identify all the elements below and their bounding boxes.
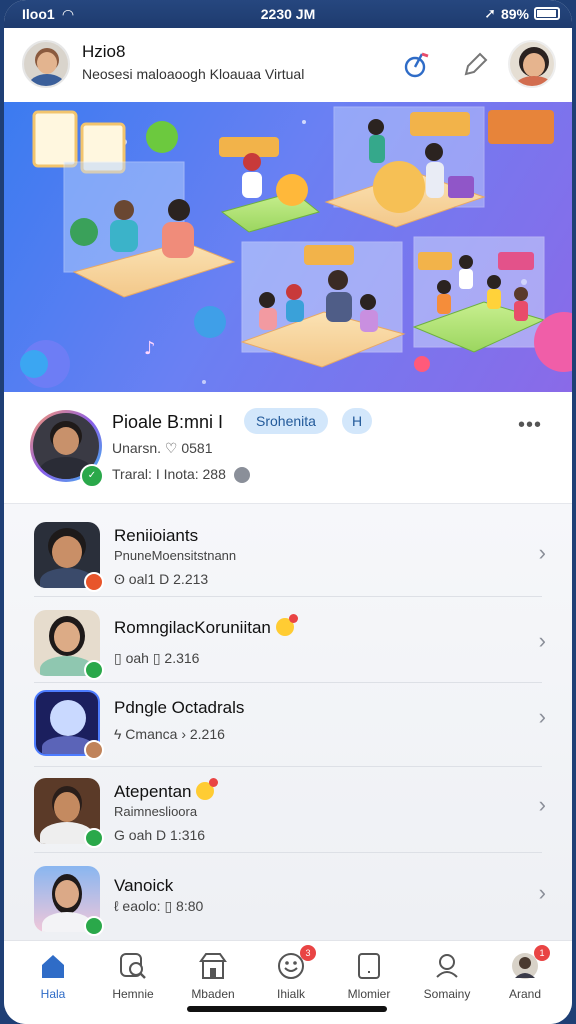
list-item-title: Atepentan	[114, 778, 219, 802]
list-item[interactable]: Pdngle Octadrals ϟ Cmanca › 2.216 ›	[4, 678, 572, 762]
more-options-button[interactable]: •••	[518, 414, 542, 437]
battery-icon	[534, 7, 560, 20]
tab-home[interactable]: Hala	[18, 951, 88, 1001]
tab-profile[interactable]: 1 Arand	[490, 945, 560, 1001]
home-icon	[38, 951, 68, 981]
header-title: Hzio8	[82, 42, 126, 61]
status-badge-icon	[84, 572, 104, 592]
tab-location[interactable]: Somainy	[412, 951, 482, 1001]
svg-text:♪: ♪	[144, 338, 156, 359]
list-item[interactable]: Reniioiants PnuneMoensitstnann ʘ oal1 D …	[4, 510, 572, 594]
friend-avatar[interactable]	[508, 40, 556, 88]
list-item-subtitle: Raimneslioora	[114, 804, 198, 819]
edit-icon[interactable]	[460, 50, 490, 80]
chevron-right-icon[interactable]: ›	[539, 880, 546, 906]
tab-search[interactable]: Hemnie	[98, 951, 168, 1001]
app-header: Hzio8 Neosesi maloaoogh Kloauaa Virtual	[4, 28, 572, 102]
music-icon[interactable]	[402, 50, 432, 80]
list-item[interactable]: Atepentan Raimneslioora G oah D 1:316 ›	[4, 766, 572, 850]
tab-store[interactable]: Mbaden	[178, 951, 248, 1001]
chevron-right-icon[interactable]: ›	[539, 540, 546, 566]
status-badge-icon	[84, 916, 104, 936]
profile-stats: Unarsn. ♡ 0581	[112, 440, 213, 456]
profile-icon: 1	[510, 945, 550, 981]
profile-card[interactable]: ✓ Pioale B:mni I Srohenita H Unarsn. ♡ 0…	[4, 392, 572, 504]
chevron-right-icon[interactable]: ›	[539, 792, 546, 818]
tab-chat[interactable]: 3 Ihialk	[256, 945, 326, 1001]
emoji-reaction-icon	[196, 778, 219, 800]
friends-list: Reniioiants PnuneMoensitstnann ʘ oal1 D …	[4, 504, 572, 940]
list-item[interactable]: RomngilacKoruniitan ▯ oah ▯ 2.316 ›	[4, 598, 572, 682]
list-item[interactable]: Vanoick ℓ eaolo: ▯ 8:80 ›	[4, 854, 572, 938]
list-item-meta: G oah D 1:316	[114, 827, 206, 843]
chevron-right-icon[interactable]: ›	[539, 704, 546, 730]
chevron-right-icon[interactable]: ›	[539, 628, 546, 654]
list-item-title: Pdngle Octadrals	[114, 698, 245, 717]
emoji-reaction-icon	[275, 614, 298, 636]
list-item-title: Vanoick	[114, 876, 174, 895]
list-item-meta: ℓ eaolo: ▯ 8:80	[114, 898, 204, 914]
list-item-title: RomngilacKoruniitan	[114, 614, 298, 638]
list-item-meta: ʘ oal1 D 2.213	[114, 571, 209, 587]
list-item-meta: ϟ Cmanca › 2.216	[114, 726, 225, 742]
list-item-subtitle: PnuneMoensitstnann	[114, 548, 237, 563]
online-badge-icon: ✓	[80, 464, 104, 488]
profile-tag[interactable]: Srohenita	[244, 408, 328, 434]
location-icon	[432, 951, 462, 981]
store-icon	[198, 951, 228, 981]
smile-icon: 3	[276, 945, 316, 981]
divider	[34, 852, 542, 853]
banner-illustration: ♪	[20, 106, 572, 388]
header-subtitle: Neosesi maloaoogh Kloauaa Virtual	[82, 66, 305, 82]
divider	[34, 596, 542, 597]
list-item-title: Reniioiants	[114, 526, 199, 545]
tab-device[interactable]: Mlomier	[334, 951, 404, 1001]
device-icon	[354, 951, 384, 981]
battery-percent: 89%	[500, 5, 529, 22]
location-arrow-icon: ➚	[484, 5, 496, 21]
list-item-meta: ▯ oah ▯ 2.316	[114, 650, 200, 666]
profile-tag-secondary[interactable]: H	[342, 408, 373, 434]
user-avatar[interactable]	[22, 40, 70, 88]
profile-details: Traral: I Inota: 288	[112, 466, 250, 484]
bottom-tab-bar: Hala Hemnie Mbaden 3 Ihialk Mlomier Soma…	[4, 940, 572, 1024]
notification-badge: 1	[534, 945, 550, 961]
profile-name: Pioale B:mni I	[112, 412, 224, 432]
virtual-world-banner[interactable]: ♪	[4, 102, 572, 392]
notification-badge: 3	[300, 945, 316, 961]
home-indicator[interactable]	[187, 1006, 387, 1012]
search-icon	[118, 951, 148, 981]
app-frame: Iloo1 ◠ 2230 JM ➚ 89% Hzio8 Neosesi malo…	[4, 0, 572, 1024]
status-badge-icon	[84, 740, 104, 760]
badge-icon	[233, 467, 250, 484]
status-badge-icon	[84, 828, 104, 848]
status-badge-icon	[84, 660, 104, 680]
status-bar: Iloo1 ◠ 2230 JM ➚ 89%	[4, 0, 572, 28]
status-right: ➚ 89%	[484, 5, 560, 22]
